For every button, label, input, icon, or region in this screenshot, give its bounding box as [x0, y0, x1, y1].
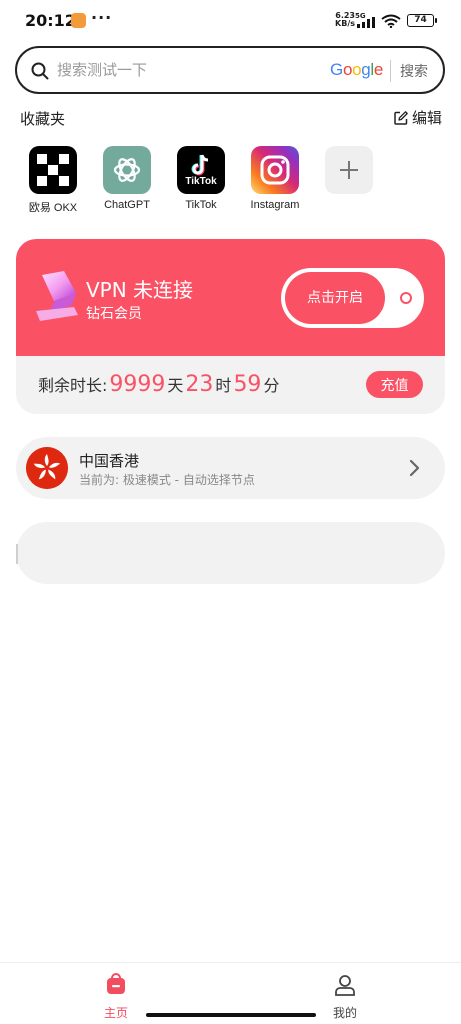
home-icon — [107, 973, 125, 994]
vpn-connect-button[interactable]: 点击开启 — [285, 272, 385, 324]
favorite-app-instagram[interactable]: Instagram — [240, 146, 310, 211]
search-bar[interactable]: Google 搜索 — [15, 46, 445, 94]
vpn-membership: 钻石会员 — [86, 306, 142, 322]
app-label: ChatGPT — [104, 199, 150, 211]
okx-icon — [29, 146, 77, 194]
google-letter: o — [342, 60, 353, 79]
remaining-time: 剩余时长: 9999 天 23 时 59 分 — [38, 372, 279, 397]
favorite-app-chatgpt[interactable]: ChatGPT — [92, 146, 162, 211]
diamond-icon — [36, 271, 78, 321]
battery-icon: 74 — [407, 14, 437, 27]
signal-icon — [357, 17, 375, 28]
nav-home-label: 主页 — [103, 1006, 128, 1020]
instagram-icon — [251, 146, 299, 194]
remaining-hours: 23 — [185, 372, 214, 397]
google-letter: e — [373, 60, 384, 79]
network-speed: 6.23 KB/s — [331, 12, 355, 28]
vpn-card: VPN 未连接 钻石会员 点击开启 剩余时长: 9999 天 23 时 59 分… — [16, 239, 445, 414]
nav-mine-label: 我的 — [332, 1006, 357, 1020]
favorites-grid: 欧易 OKX ChatGPT TikTok TikTok Instagram — [20, 146, 450, 218]
favorites-title: 收藏夹 — [20, 110, 66, 128]
home-indicator[interactable] — [146, 1013, 316, 1017]
tiktok-icon: TikTok — [177, 146, 225, 194]
server-name: 中国香港 — [79, 452, 140, 470]
recharge-button[interactable]: 充值 — [366, 371, 423, 398]
vpn-connect-toggle[interactable]: 点击开启 — [281, 268, 424, 328]
profile-icon — [335, 975, 355, 996]
chevron-right-icon — [409, 459, 420, 477]
app-label: 欧易 OKX — [28, 202, 78, 214]
favorite-app-tiktok[interactable]: TikTok TikTok — [166, 146, 236, 211]
hours-unit: 时 — [215, 376, 232, 395]
notification-app-icon — [71, 13, 86, 28]
empty-card — [16, 522, 445, 584]
remaining-days: 9999 — [109, 372, 166, 397]
app-screen: 20:12 ··· 6.23 KB/s 5G 74 Google — [0, 0, 461, 1024]
server-selector[interactable]: 中国香港 当前为: 极速模式 - 自动选择节点 — [16, 437, 445, 499]
favorites-edit-button[interactable]: 编辑 — [394, 107, 442, 128]
edit-icon — [394, 110, 408, 125]
status-time: 20:12 — [25, 11, 76, 30]
google-letter: o — [352, 60, 362, 79]
vpn-header: VPN 未连接 钻石会员 点击开启 — [16, 239, 445, 356]
status-bar: 20:12 ··· 6.23 KB/s 5G 74 — [0, 0, 461, 42]
minutes-unit: 分 — [263, 376, 280, 395]
hong-kong-flag-icon — [26, 447, 68, 489]
google-logo: Google — [330, 60, 383, 80]
tiktok-icon-text: TikTok — [185, 175, 217, 187]
remaining-minutes: 59 — [233, 372, 262, 397]
server-mode: 当前为: 极速模式 - 自动选择节点 — [79, 473, 255, 487]
favorite-app-okx[interactable]: 欧易 OKX — [18, 146, 88, 215]
add-favorite-button[interactable] — [314, 146, 384, 194]
app-label: Instagram — [250, 199, 300, 211]
vpn-status: VPN 未连接 — [86, 278, 194, 302]
edit-label: 编辑 — [412, 109, 443, 127]
nav-home[interactable]: 主页 — [76, 973, 156, 1021]
days-unit: 天 — [167, 376, 184, 395]
add-icon — [325, 146, 373, 194]
card-edge-mark — [16, 544, 18, 564]
search-divider — [390, 60, 391, 82]
search-input[interactable] — [57, 59, 317, 81]
remaining-prefix: 剩余时长: — [38, 376, 108, 395]
search-button[interactable]: 搜索 — [400, 61, 428, 81]
chatgpt-icon — [103, 146, 151, 194]
more-notifications-icon: ··· — [91, 8, 113, 27]
toggle-indicator-icon — [400, 292, 412, 304]
google-letter: G — [330, 60, 343, 79]
speed-unit: KB/s — [335, 19, 355, 28]
nav-mine[interactable]: 我的 — [305, 973, 385, 1021]
search-icon — [31, 62, 49, 80]
app-label: TikTok — [185, 199, 217, 211]
wifi-icon — [381, 14, 401, 28]
